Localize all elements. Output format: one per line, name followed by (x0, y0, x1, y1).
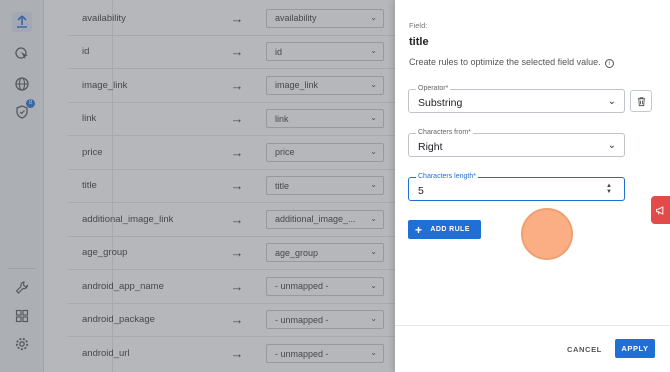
add-rule-label: ADD RULE (430, 226, 470, 233)
modal-backdrop[interactable] (0, 0, 395, 372)
operator-label: Operator* (416, 85, 451, 92)
characters-length-value: 5 (418, 185, 424, 197)
characters-from-label: Characters from* (416, 129, 473, 136)
field-value: title (409, 36, 429, 48)
field-label: Field: (409, 21, 428, 30)
megaphone-icon (656, 205, 664, 215)
operator-value: Substring (418, 97, 463, 109)
number-stepper-icon[interactable]: ▲ ▼ (606, 183, 612, 195)
chevron-down-icon: ⌄ (607, 140, 616, 151)
characters-from-value: Right (418, 141, 443, 153)
click-indicator (521, 208, 573, 260)
cancel-button[interactable]: CANCEL (567, 345, 602, 354)
rules-side-panel: Field: title Create rules to optimize th… (395, 0, 670, 372)
characters-length-label: Characters length* (416, 173, 478, 180)
operator-select[interactable]: Operator* Substring ⌄ (408, 85, 625, 113)
footer-divider (395, 325, 670, 326)
info-icon[interactable]: i (604, 59, 614, 68)
description-text: Create rules to optimize the selected fi… (409, 57, 601, 67)
delete-rule-button[interactable] (630, 90, 652, 112)
panel-description: Create rules to optimize the selected fi… (409, 57, 614, 68)
add-rule-button[interactable]: + ADD RULE (408, 220, 481, 239)
characters-length-input[interactable]: Characters length* 5 ▲ ▼ (408, 173, 625, 201)
apply-button[interactable]: APPLY (615, 339, 655, 358)
plus-icon: + (415, 222, 423, 237)
feedback-tab[interactable] (651, 196, 670, 224)
characters-from-select[interactable]: Characters from* Right ⌄ (408, 129, 625, 157)
chevron-down-icon: ⌄ (607, 96, 616, 107)
trash-icon (637, 96, 645, 106)
